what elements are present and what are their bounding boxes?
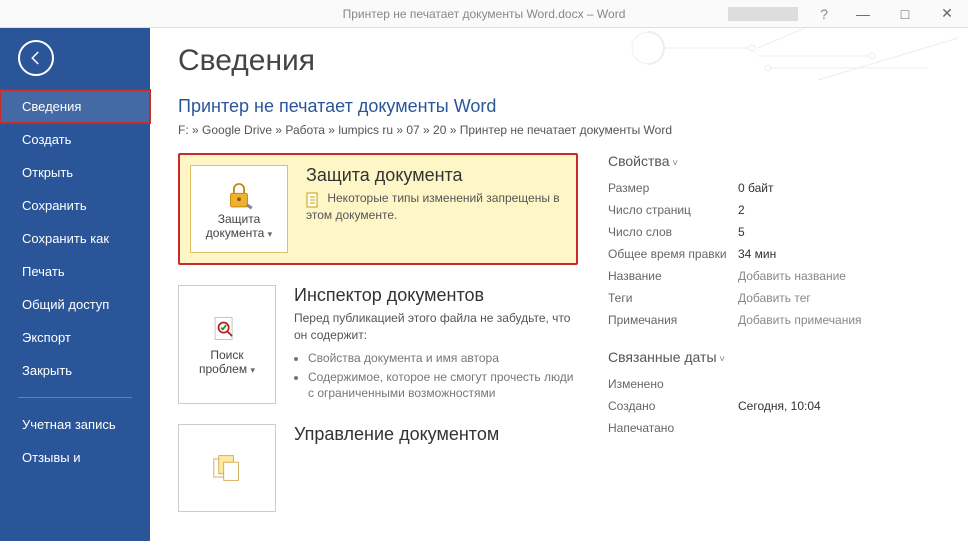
prop-row: Число слов5	[608, 221, 940, 243]
nav-separator	[18, 397, 132, 398]
minimize-button[interactable]: —	[842, 1, 884, 27]
prop-row: ПримечанияДобавить примечания	[608, 309, 940, 331]
prop-row: Размер0 байт	[608, 177, 940, 199]
add-title-link[interactable]: Добавить название	[738, 269, 846, 283]
manage-title: Управление документом	[294, 424, 578, 445]
nav-share[interactable]: Общий доступ	[0, 288, 150, 321]
chevron-down-icon: ▾	[268, 229, 273, 239]
help-icon[interactable]: ?	[820, 6, 828, 22]
add-comments-link[interactable]: Добавить примечания	[738, 313, 862, 327]
backstage-sidebar: Сведения Создать Открыть Сохранить Сохра…	[0, 28, 150, 541]
titlebar: Принтер не печатает документы Word.docx …	[0, 0, 968, 28]
properties-table: Размер0 байт Число страниц2 Число слов5 …	[608, 177, 940, 331]
protect-title: Защита документа	[306, 165, 566, 186]
protect-desc: Некоторые типы изменений запрещены в это…	[306, 191, 560, 222]
date-row: СозданоСегодня, 10:04	[608, 395, 940, 417]
main-panel: Сведения Принтер не печатает документы W…	[150, 28, 968, 541]
nav-open[interactable]: Открыть	[0, 156, 150, 189]
protect-document-section: Защита документа ▾ Защита документа Неко…	[178, 153, 578, 265]
document-warn-icon	[306, 192, 320, 206]
check-issues-button[interactable]: Поиск проблем ▾	[178, 285, 276, 404]
window-title: Принтер не печатает документы Word.docx …	[343, 7, 626, 21]
close-button[interactable]: ✕	[926, 1, 968, 27]
inspect-bullet: Содержимое, которое не смогут прочесть л…	[308, 369, 578, 401]
nav-info[interactable]: Сведения	[0, 90, 150, 123]
date-row: Изменено	[608, 373, 940, 395]
prop-row: Число страниц2	[608, 199, 940, 221]
inspect-desc: Перед публикацией этого файла не забудьт…	[294, 310, 578, 344]
user-box[interactable]	[728, 7, 798, 21]
nav-feedback[interactable]: Отзывы и	[0, 441, 150, 474]
manage-document-button[interactable]	[178, 424, 276, 512]
nav-save[interactable]: Сохранить	[0, 189, 150, 222]
maximize-button[interactable]: □	[884, 1, 926, 27]
dates-table: Изменено СозданоСегодня, 10:04 Напечатан…	[608, 373, 940, 439]
dates-heading: Связанные даты	[608, 349, 940, 365]
prop-row: НазваниеДобавить название	[608, 265, 940, 287]
nav-close[interactable]: Закрыть	[0, 354, 150, 387]
back-button[interactable]	[18, 40, 54, 76]
protect-btn-label1: Защита	[218, 212, 261, 226]
date-row: Напечатано	[608, 417, 940, 439]
inspect-section: Поиск проблем ▾ Инспектор документов Пер…	[178, 285, 578, 404]
nav-account[interactable]: Учетная запись	[0, 408, 150, 441]
page-title: Сведения	[178, 44, 940, 78]
protect-btn-label2: документа	[206, 226, 265, 240]
inspect-btn-label1: Поиск	[210, 348, 243, 362]
protect-document-button[interactable]: Защита документа ▾	[190, 165, 288, 253]
chevron-down-icon: ▾	[250, 365, 255, 375]
nav-export[interactable]: Экспорт	[0, 321, 150, 354]
nav-print[interactable]: Печать	[0, 255, 150, 288]
add-tag-link[interactable]: Добавить тег	[738, 291, 811, 305]
inspect-icon	[210, 314, 244, 348]
document-title: Принтер не печатает документы Word	[178, 96, 940, 117]
nav-save-as[interactable]: Сохранить как	[0, 222, 150, 255]
properties-heading[interactable]: Свойства	[608, 153, 940, 169]
inspect-btn-label2: проблем	[199, 362, 247, 376]
nav-new[interactable]: Создать	[0, 123, 150, 156]
prop-row: Общее время правки34 мин	[608, 243, 940, 265]
manage-section: Управление документом	[178, 424, 578, 512]
inspect-bullet: Свойства документа и имя автора	[308, 350, 578, 366]
inspect-title: Инспектор документов	[294, 285, 578, 306]
lock-icon	[222, 178, 256, 212]
breadcrumb: F: » Google Drive » Работа » lumpics ru …	[178, 123, 940, 137]
documents-icon	[210, 454, 244, 482]
prop-row: ТегиДобавить тег	[608, 287, 940, 309]
